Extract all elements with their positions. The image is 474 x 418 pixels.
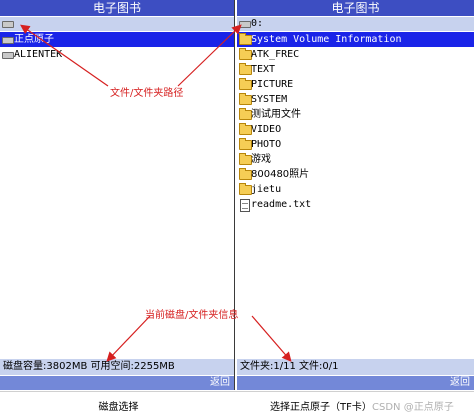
left-pane: 电子图书 正点原子 ALIENTEK 磁盘容量:3802MB 可用空间:2255… bbox=[0, 0, 235, 390]
folder-label: SYSTEM bbox=[251, 94, 288, 105]
right-pane: 电子图书 0: System Volume Information ATK_FR… bbox=[237, 0, 474, 390]
folder-item[interactable]: ATK_FREC bbox=[237, 47, 474, 62]
folder-label: PHOTO bbox=[251, 139, 282, 150]
disk-select-label[interactable]: 磁盘选择 bbox=[0, 398, 237, 413]
folder-item[interactable]: jietu bbox=[237, 182, 474, 197]
disk-list: 正点原子 ALIENTEK bbox=[0, 32, 234, 62]
folder-label: ATK_FREC bbox=[251, 49, 300, 60]
folder-item[interactable]: PICTURE bbox=[237, 77, 474, 92]
folder-label: VIDEO bbox=[251, 124, 282, 135]
drive-icon bbox=[2, 21, 14, 28]
text-file-icon bbox=[240, 199, 250, 212]
left-back-button[interactable]: 返回 bbox=[0, 376, 234, 390]
watermark: CSDN @正点原子 bbox=[372, 402, 454, 413]
right-back-button[interactable]: 返回 bbox=[237, 376, 474, 390]
folder-item[interactable]: SYSTEM bbox=[237, 92, 474, 107]
right-title-bar: 电子图书 bbox=[237, 0, 474, 16]
drive-icon bbox=[239, 21, 251, 28]
file-list: System Volume Information ATK_FREC TEXT … bbox=[237, 32, 474, 212]
folder-item[interactable]: System Volume Information bbox=[237, 32, 474, 47]
left-path-bar bbox=[0, 17, 234, 31]
folder-item[interactable]: 游戏 bbox=[237, 152, 474, 167]
folder-label: 游戏 bbox=[251, 154, 271, 165]
folder-item[interactable]: VIDEO bbox=[237, 122, 474, 137]
path-text: 0: bbox=[251, 18, 264, 29]
folder-label: TEXT bbox=[251, 64, 276, 75]
right-path-bar: 0: bbox=[237, 17, 474, 31]
folder-item[interactable]: TEXT bbox=[237, 62, 474, 77]
folder-info-status: 文件夹:1/11 文件:0/1 bbox=[237, 359, 474, 375]
info-annotation-label: 当前磁盘/文件夹信息 bbox=[145, 310, 239, 321]
folder-label: 测试用文件 bbox=[251, 109, 301, 120]
folder-item[interactable]: PHOTO bbox=[237, 137, 474, 152]
disk-item-label: ALIENTEK bbox=[14, 49, 63, 60]
disk-item-label: 正点原子 bbox=[14, 34, 54, 45]
path-annotation-label: 文件/文件夹路径 bbox=[110, 88, 184, 99]
file-item[interactable]: readme.txt bbox=[237, 197, 474, 212]
folder-label: 800480照片 bbox=[251, 169, 310, 180]
drive-icon bbox=[2, 52, 14, 59]
disk-item-zhengdian[interactable]: 正点原子 bbox=[0, 32, 234, 47]
folder-label: PICTURE bbox=[251, 79, 294, 90]
folder-item[interactable]: 800480照片 bbox=[237, 167, 474, 182]
disk-item-alientek[interactable]: ALIENTEK bbox=[0, 47, 234, 62]
disk-info-status: 磁盘容量:3802MB 可用空间:2255MB bbox=[0, 359, 234, 375]
folder-label: System Volume Information bbox=[251, 34, 402, 45]
file-label: readme.txt bbox=[251, 199, 312, 210]
folder-item[interactable]: 测试用文件 bbox=[237, 107, 474, 122]
folder-label: jietu bbox=[251, 184, 282, 195]
left-title-bar: 电子图书 bbox=[0, 0, 234, 16]
drive-icon bbox=[2, 37, 14, 44]
